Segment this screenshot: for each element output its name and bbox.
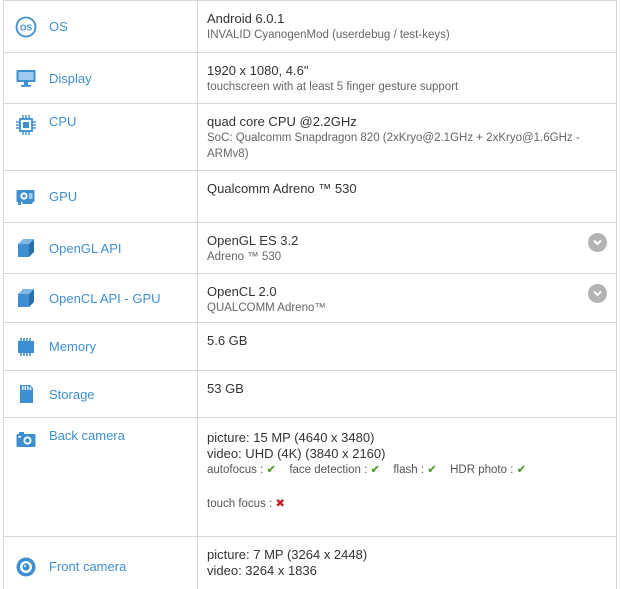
check-icon: ✔	[370, 464, 381, 476]
check-icon: ✔	[266, 464, 277, 476]
spec-value-back-camera: picture: 15 MP (4640 x 3480) video: UHD …	[198, 418, 616, 536]
spec-label-storage: Storage	[4, 371, 198, 417]
spec-value-gpu: Qualcomm Adreno ™ 530	[198, 171, 616, 222]
label-text: OS	[49, 19, 68, 34]
spec-row-gpu: GPU Qualcomm Adreno ™ 530	[4, 171, 616, 223]
label-text: Display	[49, 70, 92, 86]
spec-row-storage: Storage 53 GB	[4, 371, 616, 418]
spec-label-opencl: OpenCL API - GPU	[4, 274, 198, 322]
spec-label-front-camera: Front camera	[4, 537, 198, 589]
label-text: OpenGL API	[49, 240, 122, 256]
chevron-down-icon	[593, 290, 602, 297]
label-text: GPU	[49, 189, 78, 204]
svg-text:OS: OS	[20, 22, 33, 32]
spec-value-opencl: OpenCL 2.0 QUALCOMM Adreno™	[198, 274, 616, 322]
value-main: Qualcomm Adreno ™ 530	[207, 181, 357, 196]
spec-label-opengl: OpenGL API	[4, 223, 198, 273]
check-icon: ✔	[516, 464, 527, 476]
value-sub: Adreno ™ 530	[207, 251, 282, 263]
label-text: Storage	[49, 386, 95, 402]
cross-icon: ✖	[275, 498, 286, 510]
value-sub: QUALCOMM Adreno™	[207, 302, 326, 314]
spec-row-cpu: CPU quad core CPU @2.2GHz SoC: Qualcomm …	[4, 104, 616, 171]
storage-icon	[15, 383, 37, 405]
value-sub: INVALID CyanogenMod (userdebug / test-ke…	[207, 29, 450, 41]
value-main: 1920 x 1080, 4.6"	[207, 63, 309, 78]
feature-autofocus: autofocus : ✔	[207, 464, 277, 476]
spec-label-gpu: GPU	[4, 171, 198, 222]
display-icon	[15, 67, 37, 89]
memory-icon	[15, 336, 37, 358]
front-camera-icon	[15, 556, 37, 578]
spec-table: OS OS Android 6.0.1 INVALID CyanogenMod …	[3, 0, 617, 589]
spec-value-front-camera: picture: 7 MP (3264 x 2448) video: 3264 …	[198, 537, 616, 589]
spec-value-display: 1920 x 1080, 4.6" touchscreen with at le…	[198, 53, 616, 103]
value-main: Android 6.0.1	[207, 11, 285, 26]
value-sub: touchscreen with at least 5 finger gestu…	[207, 81, 459, 93]
device-spec-page: OS OS Android 6.0.1 INVALID CyanogenMod …	[0, 0, 620, 589]
camera-icon	[15, 428, 37, 450]
spec-value-opengl: OpenGL ES 3.2 Adreno ™ 530	[198, 223, 616, 273]
camera-features: autofocus : ✔ face detection : ✔ flash :…	[207, 462, 608, 478]
value-main: OpenGL ES 3.2	[207, 233, 299, 248]
spec-label-memory: Memory	[4, 323, 198, 370]
check-icon: ✔	[427, 464, 437, 476]
spec-value-storage: 53 GB	[198, 371, 616, 417]
value-main: quad core CPU @2.2GHz	[207, 114, 357, 129]
spec-label-os: OS OS	[4, 1, 198, 52]
label-text: CPU	[49, 114, 77, 129]
opencl-icon	[15, 287, 37, 309]
label-text: OpenCL API - GPU	[49, 290, 161, 306]
os-icon: OS	[15, 16, 37, 38]
feature-face-detection: face detection : ✔	[289, 464, 381, 476]
camera-picture: picture: 7 MP (3264 x 2448)	[207, 547, 368, 562]
spec-row-os: OS OS Android 6.0.1 INVALID CyanogenMod …	[4, 0, 616, 53]
spec-row-opencl: OpenCL API - GPU OpenCL 2.0 QUALCOMM Adr…	[4, 274, 616, 323]
camera-features-2: touch focus : ✖	[207, 496, 608, 512]
feature-flash: flash : ✔	[393, 464, 437, 476]
label-text: Back camera	[49, 428, 125, 443]
label-text: Front camera	[49, 559, 127, 574]
spec-value-cpu: quad core CPU @2.2GHz SoC: Qualcomm Snap…	[198, 104, 616, 170]
spec-row-back-camera: Back camera picture: 15 MP (4640 x 3480)…	[4, 418, 616, 537]
spec-value-os: Android 6.0.1 INVALID CyanogenMod (userd…	[198, 1, 616, 52]
opengl-icon	[15, 237, 37, 259]
spec-value-memory: 5.6 GB	[198, 323, 616, 370]
spec-label-back-camera: Back camera	[4, 418, 198, 536]
cpu-icon	[15, 114, 37, 136]
spec-row-display: Display 1920 x 1080, 4.6" touchscreen wi…	[4, 53, 616, 104]
spec-label-display: Display	[4, 53, 198, 103]
value-main: OpenCL 2.0	[207, 284, 277, 299]
camera-picture: picture: 15 MP (4640 x 3480)	[207, 430, 375, 445]
expand-opencl-button[interactable]	[588, 284, 607, 303]
value-sub: SoC: Qualcomm Snapdragon 820 (2xKryo@2.1…	[207, 132, 580, 160]
spec-row-front-camera: Front camera picture: 7 MP (3264 x 2448)…	[4, 537, 616, 589]
camera-video: video: UHD (4K) (3840 x 2160)	[207, 446, 386, 461]
label-text: Memory	[49, 339, 96, 354]
chevron-down-icon	[593, 239, 602, 246]
feature-hdr-photo: HDR photo : ✔	[450, 464, 527, 476]
feature-touch-focus: touch focus : ✖	[207, 498, 286, 510]
camera-video: video: 3264 x 1836	[207, 563, 317, 578]
spec-row-opengl: OpenGL API OpenGL ES 3.2 Adreno ™ 530	[4, 223, 616, 274]
expand-opengl-button[interactable]	[588, 233, 607, 252]
spec-row-memory: Memory 5.6 GB	[4, 323, 616, 371]
spec-label-cpu: CPU	[4, 104, 198, 170]
gpu-icon	[15, 186, 37, 208]
value-main: 5.6 GB	[207, 333, 248, 348]
value-main: 53 GB	[207, 381, 244, 396]
